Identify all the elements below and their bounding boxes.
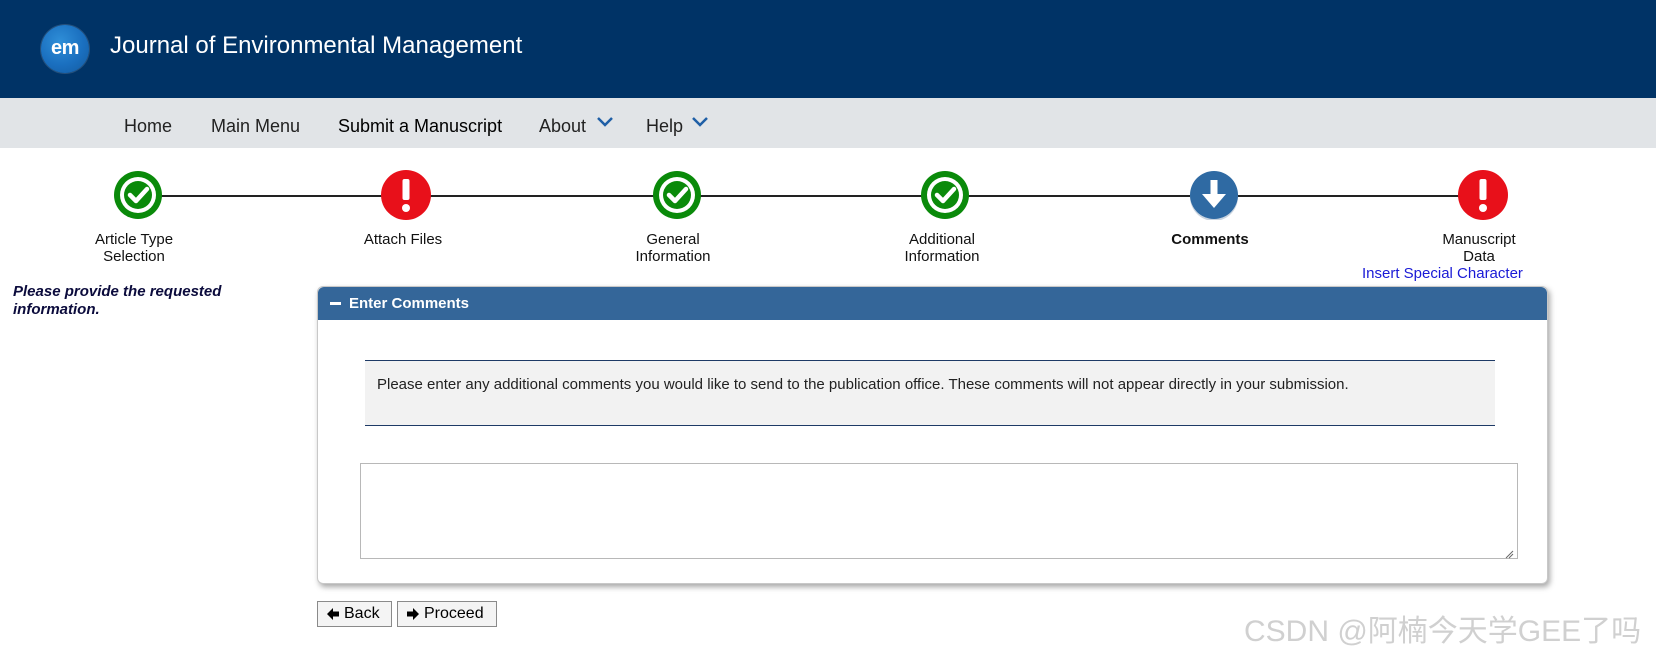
step-label-attach-files[interactable]: Attach Files: [333, 231, 473, 248]
comments-notice: Please enter any additional comments you…: [365, 360, 1495, 426]
resize-grip-icon[interactable]: [1504, 549, 1514, 559]
proceed-label: Proceed: [424, 605, 484, 622]
nav-home[interactable]: Home: [124, 116, 172, 137]
comments-textarea[interactable]: [360, 463, 1518, 559]
nav-help[interactable]: Help: [646, 116, 683, 137]
step-label-comments[interactable]: Comments: [1140, 231, 1280, 248]
step-attach-files-exclamation-circle-icon[interactable]: [381, 170, 431, 220]
back-label: Back: [344, 605, 380, 622]
arrow-right-icon: [407, 608, 419, 620]
collapse-minus-icon[interactable]: [330, 302, 341, 305]
watermark: CSDN @阿楠今天学GEE了吗: [1244, 615, 1642, 648]
logo-text: em: [51, 37, 79, 59]
step-label-manuscript-data[interactable]: Manuscript Data: [1409, 231, 1549, 265]
step-article-type-check-circle-icon[interactable]: [113, 170, 163, 220]
instruction-text: Please provide the requested information…: [13, 283, 222, 318]
enter-comments-panel: Enter Comments Please enter any addition…: [317, 286, 1548, 584]
step-label-general-info[interactable]: General Information: [603, 231, 743, 265]
step-label-article-type[interactable]: Article Type Selection: [64, 231, 204, 265]
step-general-info-check-circle-icon[interactable]: [652, 170, 702, 220]
back-button[interactable]: Back: [317, 601, 392, 627]
progress-line: [160, 195, 1462, 197]
about-chevron-down-icon[interactable]: [596, 114, 614, 128]
panel-header[interactable]: Enter Comments: [318, 287, 1547, 320]
journal-title: Journal of Environmental Management: [110, 32, 523, 59]
insert-special-character-link[interactable]: Insert Special Character: [1362, 265, 1523, 282]
step-additional-info-check-circle-icon[interactable]: [920, 170, 970, 220]
header-bar: em Journal of Environmental Management: [0, 0, 1656, 98]
panel-title: Enter Comments: [349, 295, 470, 312]
proceed-button[interactable]: Proceed: [397, 601, 497, 627]
nav-submit-manuscript[interactable]: Submit a Manuscript: [338, 116, 502, 137]
nav-main-menu[interactable]: Main Menu: [211, 116, 300, 137]
step-comments-arrow-down-circle-icon[interactable]: [1189, 170, 1239, 220]
arrow-left-icon: [327, 608, 339, 620]
notice-text: Please enter any additional comments you…: [377, 376, 1349, 393]
journal-logo[interactable]: em: [41, 25, 89, 73]
step-label-additional-info[interactable]: Additional Information: [872, 231, 1012, 265]
step-manuscript-data-exclamation-circle-icon[interactable]: [1458, 170, 1508, 220]
help-chevron-down-icon[interactable]: [691, 114, 709, 128]
nav-about[interactable]: About: [539, 116, 586, 137]
